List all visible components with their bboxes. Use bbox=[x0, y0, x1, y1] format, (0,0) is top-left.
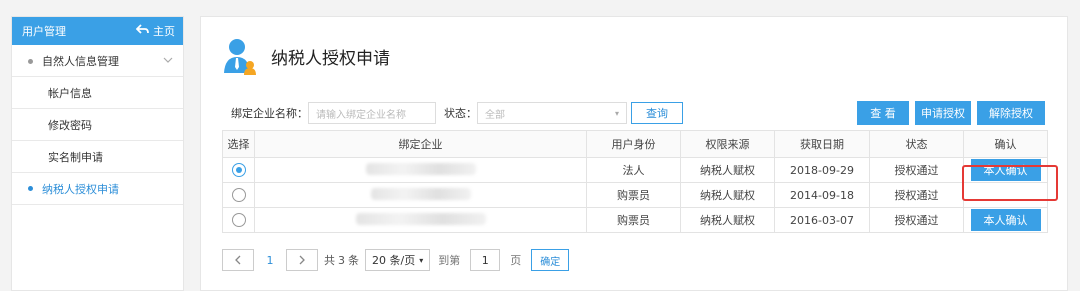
source-cell: 纳税人赋权 bbox=[680, 207, 775, 233]
status-cell: 授权通过 bbox=[869, 157, 964, 183]
total-count: 3 bbox=[338, 253, 345, 267]
chevron-down-icon bbox=[163, 55, 173, 66]
auth-table: 选择 绑定企业 用户身份 权限来源 获取日期 状态 确认 法人 纳税人赋权 20… bbox=[222, 130, 1048, 233]
confirm-cell bbox=[963, 182, 1048, 208]
status-cell: 授权通过 bbox=[869, 182, 964, 208]
filter-row: 绑定企业名称： 请输入绑定企业名称 状态： 全部 ▾ 查询 bbox=[231, 102, 683, 124]
sidebar-item-label: 实名制申请 bbox=[48, 150, 103, 164]
sidebar: 用户管理 主页 自然人信息管理 帐户信息 修改密码 实名制申请 纳税人授权申请 bbox=[11, 16, 184, 291]
page-unit: 页 bbox=[510, 254, 522, 267]
source-cell: 纳税人赋权 bbox=[680, 182, 775, 208]
identity-cell: 购票员 bbox=[586, 207, 681, 233]
status-label: 状态： bbox=[444, 107, 477, 120]
company-input[interactable]: 请输入绑定企业名称 bbox=[308, 102, 436, 124]
goto-page-input[interactable]: 1 bbox=[470, 249, 501, 271]
date-cell: 2014-09-18 bbox=[774, 182, 870, 208]
sidebar-item-natural-person[interactable]: 自然人信息管理 bbox=[12, 45, 183, 77]
sidebar-item-label: 帐户信息 bbox=[48, 86, 92, 100]
chevron-left-icon bbox=[235, 255, 241, 265]
self-confirm-button[interactable]: 本人确认 bbox=[970, 159, 1041, 181]
date-cell: 2016-03-07 bbox=[774, 207, 870, 233]
view-button[interactable]: 查 看 bbox=[857, 101, 909, 125]
total-prefix: 共 bbox=[324, 254, 335, 267]
pagination: 1 共 3 条 20 条/页 ▾ 到第 1 页 确定 bbox=[222, 249, 570, 271]
column-header: 用户身份 bbox=[586, 130, 681, 158]
user-icon bbox=[223, 37, 257, 75]
column-header: 获取日期 bbox=[774, 130, 870, 158]
caret-down-icon: ▾ bbox=[614, 108, 619, 118]
page-size-value: 20 条/页 bbox=[372, 254, 416, 267]
table-row[interactable]: 购票员 纳税人赋权 2016-03-07 授权通过 本人确认 bbox=[222, 207, 1048, 233]
title-row: 纳税人授权申请 bbox=[223, 37, 390, 75]
chevron-right-icon bbox=[299, 255, 305, 265]
table-row[interactable]: 法人 纳税人赋权 2018-09-29 授权通过 本人确认 bbox=[222, 157, 1048, 183]
row-radio[interactable] bbox=[231, 163, 246, 177]
date-cell: 2018-09-29 bbox=[774, 157, 870, 183]
sidebar-item-account-info[interactable]: 帐户信息 bbox=[12, 77, 183, 109]
redacted-company bbox=[370, 187, 471, 200]
prev-page-button[interactable] bbox=[222, 249, 254, 271]
sidebar-item-real-name[interactable]: 实名制申请 bbox=[12, 141, 183, 173]
next-page-button[interactable] bbox=[286, 249, 318, 271]
home-label: 主页 bbox=[153, 25, 175, 38]
status-cell: 授权通过 bbox=[869, 207, 964, 233]
status-select[interactable]: 全部 ▾ bbox=[477, 102, 627, 124]
row-radio[interactable] bbox=[231, 213, 246, 227]
redacted-company bbox=[365, 162, 476, 175]
redacted-company bbox=[355, 212, 486, 225]
bullet-icon bbox=[28, 59, 33, 64]
company-label: 绑定企业名称： bbox=[231, 107, 308, 120]
total-suffix: 条 bbox=[348, 254, 359, 267]
sidebar-item-change-password[interactable]: 修改密码 bbox=[12, 109, 183, 141]
page-size-select[interactable]: 20 条/页 ▾ bbox=[365, 249, 431, 271]
home-link[interactable]: 主页 bbox=[135, 23, 175, 39]
table-row[interactable]: 购票员 纳税人赋权 2014-09-18 授权通过 bbox=[222, 182, 1048, 208]
table-header-row: 选择 绑定企业 用户身份 权限来源 获取日期 状态 确认 bbox=[222, 130, 1048, 158]
row-radio[interactable] bbox=[231, 188, 246, 202]
column-header: 选择 bbox=[222, 130, 255, 158]
sidebar-item-label: 自然人信息管理 bbox=[42, 54, 119, 68]
column-header: 绑定企业 bbox=[254, 130, 587, 158]
status-select-value: 全部 bbox=[485, 109, 505, 121]
source-cell: 纳税人赋权 bbox=[680, 157, 775, 183]
main-panel: 纳税人授权申请 绑定企业名称： 请输入绑定企业名称 状态： 全部 ▾ 查询 查 … bbox=[200, 16, 1068, 291]
self-confirm-button[interactable]: 本人确认 bbox=[970, 209, 1041, 231]
revoke-auth-button[interactable]: 解除授权 bbox=[977, 101, 1045, 125]
goto-label: 到第 bbox=[438, 254, 461, 267]
sidebar-item-taxpayer-auth[interactable]: 纳税人授权申请 bbox=[12, 173, 183, 205]
page-title: 纳税人授权申请 bbox=[271, 48, 390, 69]
sidebar-item-label: 修改密码 bbox=[48, 118, 92, 132]
sidebar-header: 用户管理 主页 bbox=[12, 17, 183, 45]
goto-confirm-button[interactable]: 确定 bbox=[531, 249, 570, 271]
current-page[interactable]: 1 bbox=[254, 254, 286, 267]
bullet-icon bbox=[28, 186, 33, 191]
search-button[interactable]: 查询 bbox=[631, 102, 683, 124]
sidebar-title: 用户管理 bbox=[22, 25, 66, 38]
identity-cell: 购票员 bbox=[586, 182, 681, 208]
caret-down-icon: ▾ bbox=[419, 255, 424, 265]
back-arrow-icon bbox=[135, 24, 149, 38]
identity-cell: 法人 bbox=[586, 157, 681, 183]
column-header: 权限来源 bbox=[680, 130, 775, 158]
apply-auth-button[interactable]: 申请授权 bbox=[915, 101, 971, 125]
column-header: 状态 bbox=[869, 130, 964, 158]
column-header: 确认 bbox=[963, 130, 1048, 158]
sidebar-item-label: 纳税人授权申请 bbox=[42, 182, 119, 196]
action-toolbar: 查 看 申请授权 解除授权 bbox=[857, 101, 1045, 125]
